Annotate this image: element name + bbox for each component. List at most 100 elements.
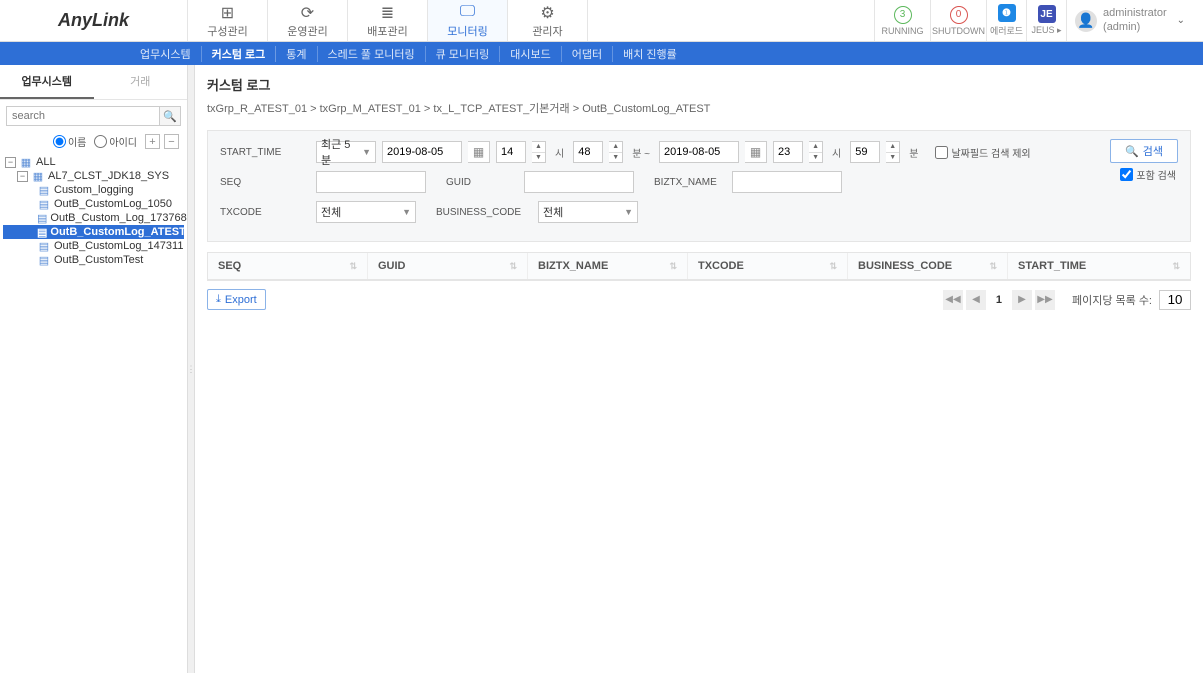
- business-code-select[interactable]: 전체▼: [538, 201, 638, 223]
- include-search-checkbox[interactable]: 포함 검색: [1120, 167, 1176, 182]
- spin-down-icon[interactable]: ▼: [532, 153, 545, 163]
- file-icon: ▤: [37, 254, 51, 266]
- spin-down-icon[interactable]: ▼: [886, 153, 899, 163]
- tree-root[interactable]: − ▦ ALL: [3, 155, 184, 169]
- pager-last[interactable]: ▶▶: [1035, 290, 1055, 310]
- range-preset-select[interactable]: 최근 5분▼: [316, 141, 376, 163]
- sidebar-tab-tx[interactable]: 거래: [94, 65, 188, 99]
- sort-icon: ⇅: [829, 261, 837, 272]
- opt-name[interactable]: 이름: [53, 134, 86, 149]
- expand-all-button[interactable]: +: [145, 134, 160, 149]
- nav-monitoring[interactable]: 🖵 모니터링: [428, 0, 508, 41]
- radio-id[interactable]: [94, 135, 107, 148]
- exclude-date-cb[interactable]: [935, 146, 948, 159]
- subnav-biz[interactable]: 업무시스템: [130, 46, 202, 62]
- status-running[interactable]: 3 RUNNING: [874, 0, 930, 41]
- search-button[interactable]: 🔍 검색: [1110, 139, 1178, 163]
- include-label: 포함 검색: [1136, 167, 1176, 182]
- txcode-value: 전체: [321, 204, 341, 220]
- nav-config[interactable]: ⊞ 구성관리: [188, 0, 268, 41]
- exclude-date-checkbox[interactable]: 날짜필드 검색 제외: [935, 145, 1030, 160]
- date-from-input[interactable]: [382, 141, 462, 163]
- calendar-icon[interactable]: ▦: [745, 141, 767, 163]
- pager-prev[interactable]: ◀: [966, 290, 986, 310]
- nav-label: 운영관리: [287, 23, 327, 39]
- th-seq[interactable]: SEQ⇅: [208, 253, 368, 279]
- th-business-code[interactable]: BUSINESS_CODE⇅: [848, 253, 1008, 279]
- subnav-dashboard[interactable]: 대시보드: [500, 46, 561, 62]
- txcode-select[interactable]: 전체▼: [316, 201, 416, 223]
- status-error[interactable]: ❶ 에러로드: [986, 0, 1026, 41]
- tree-node-sys[interactable]: − ▦ AL7_CLST_JDK18_SYS: [3, 169, 184, 183]
- spin-up-icon[interactable]: ▲: [532, 142, 545, 153]
- nav-ops[interactable]: ⟳ 운영관리: [268, 0, 348, 41]
- opt-id[interactable]: 아이디: [94, 134, 137, 149]
- tree-leaf[interactable]: ▤ OutB_CustomLog_1050: [3, 197, 184, 211]
- search-input[interactable]: [6, 106, 160, 126]
- th-label: GUID: [378, 260, 406, 272]
- spinner-buttons[interactable]: ▲▼: [532, 141, 546, 163]
- collapse-all-button[interactable]: −: [164, 134, 179, 149]
- nav-admin[interactable]: ⚙ 관리자: [508, 0, 588, 41]
- calendar-icon[interactable]: ▦: [468, 141, 490, 163]
- user-menu[interactable]: 👤 administrator (admin) ⌄: [1066, 0, 1203, 41]
- biztx-input[interactable]: [732, 171, 842, 193]
- sidebar-tab-biz[interactable]: 업무시스템: [0, 65, 94, 99]
- nav-deploy[interactable]: ≣ 배포관리: [348, 0, 428, 41]
- results-table: SEQ⇅ GUID⇅ BIZTX_NAME⇅ TXCODE⇅ BUSINESS_…: [207, 252, 1191, 281]
- subnav-customlog[interactable]: 커스텀 로그: [202, 46, 277, 62]
- th-txcode[interactable]: TXCODE⇅: [688, 253, 848, 279]
- sort-icon: ⇅: [989, 261, 997, 272]
- status-jeus[interactable]: JE JEUS ▸: [1026, 0, 1066, 41]
- label-biztx: BIZTX_NAME: [654, 177, 726, 188]
- page-size-input[interactable]: [1159, 290, 1191, 310]
- min-from-input[interactable]: [573, 141, 603, 163]
- tree-toggle-icon[interactable]: −: [17, 171, 28, 182]
- tree-leaf[interactable]: ▤ OutB_CustomTest: [3, 253, 184, 267]
- subnav-threadpool[interactable]: 스레드 풀 모니터링: [318, 46, 426, 62]
- splitter[interactable]: ⋮: [188, 65, 195, 673]
- hour-from-input[interactable]: [496, 141, 526, 163]
- spin-up-icon[interactable]: ▲: [809, 142, 822, 153]
- spin-down-icon[interactable]: ▼: [809, 153, 822, 163]
- filter-row-ids: SEQ GUID BIZTX_NAME: [220, 171, 1178, 193]
- th-start-time[interactable]: START_TIME⇅: [1008, 253, 1190, 279]
- subnav-batch[interactable]: 배치 진행률: [613, 46, 687, 62]
- export-button[interactable]: ⤓ Export: [207, 289, 266, 310]
- spin-down-icon[interactable]: ▼: [609, 153, 622, 163]
- subnav-adapter[interactable]: 어댑터: [562, 46, 613, 62]
- app-logo: AnyLink: [0, 0, 188, 41]
- tree-leaf[interactable]: ▤ OutB_Custom_Log_173768: [3, 211, 184, 225]
- tree-leaf-selected[interactable]: ▤ OutB_CustomLog_ATEST: [3, 225, 184, 239]
- tree-leaf[interactable]: ▤ OutB_CustomLog_147311: [3, 239, 184, 253]
- tree-leaf[interactable]: ▤ Custom_logging: [3, 183, 184, 197]
- subnav: 업무시스템 커스텀 로그 통계 스레드 풀 모니터링 큐 모니터링 대시보드 어…: [0, 42, 1203, 65]
- tree-root-label: ALL: [36, 156, 56, 168]
- hour-to-input[interactable]: [773, 141, 803, 163]
- spinner-buttons[interactable]: ▲▼: [886, 141, 900, 163]
- search-icon[interactable]: 🔍: [160, 106, 181, 126]
- spin-up-icon[interactable]: ▲: [886, 142, 899, 153]
- file-icon: ▤: [37, 184, 51, 196]
- spinner-buttons[interactable]: ▲▼: [609, 141, 623, 163]
- pager-first[interactable]: ◀◀: [943, 290, 963, 310]
- subnav-stats[interactable]: 통계: [276, 46, 317, 62]
- pager-next[interactable]: ▶: [1012, 290, 1032, 310]
- th-biztx[interactable]: BIZTX_NAME⇅: [528, 253, 688, 279]
- label-guid: GUID: [446, 177, 518, 188]
- date-to-input[interactable]: [659, 141, 739, 163]
- spinner-buttons[interactable]: ▲▼: [809, 141, 823, 163]
- tree-toggle-icon[interactable]: −: [5, 157, 16, 168]
- include-cb[interactable]: [1120, 168, 1133, 181]
- status-shutdown[interactable]: 0 SHUTDOWN: [930, 0, 986, 41]
- seq-input[interactable]: [316, 171, 426, 193]
- min-to-input[interactable]: [850, 141, 880, 163]
- guid-input[interactable]: [524, 171, 634, 193]
- filter-row-time: START_TIME 최근 5분▼ ▦ ▲▼ 시 ▲▼ 분 ~ ▦ ▲▼ 시 ▲…: [220, 141, 1178, 163]
- error-badge-icon: ❶: [998, 4, 1016, 22]
- th-guid[interactable]: GUID⇅: [368, 253, 528, 279]
- subnav-queue[interactable]: 큐 모니터링: [426, 46, 501, 62]
- th-label: BIZTX_NAME: [538, 260, 608, 272]
- radio-name[interactable]: [53, 135, 66, 148]
- spin-up-icon[interactable]: ▲: [609, 142, 622, 153]
